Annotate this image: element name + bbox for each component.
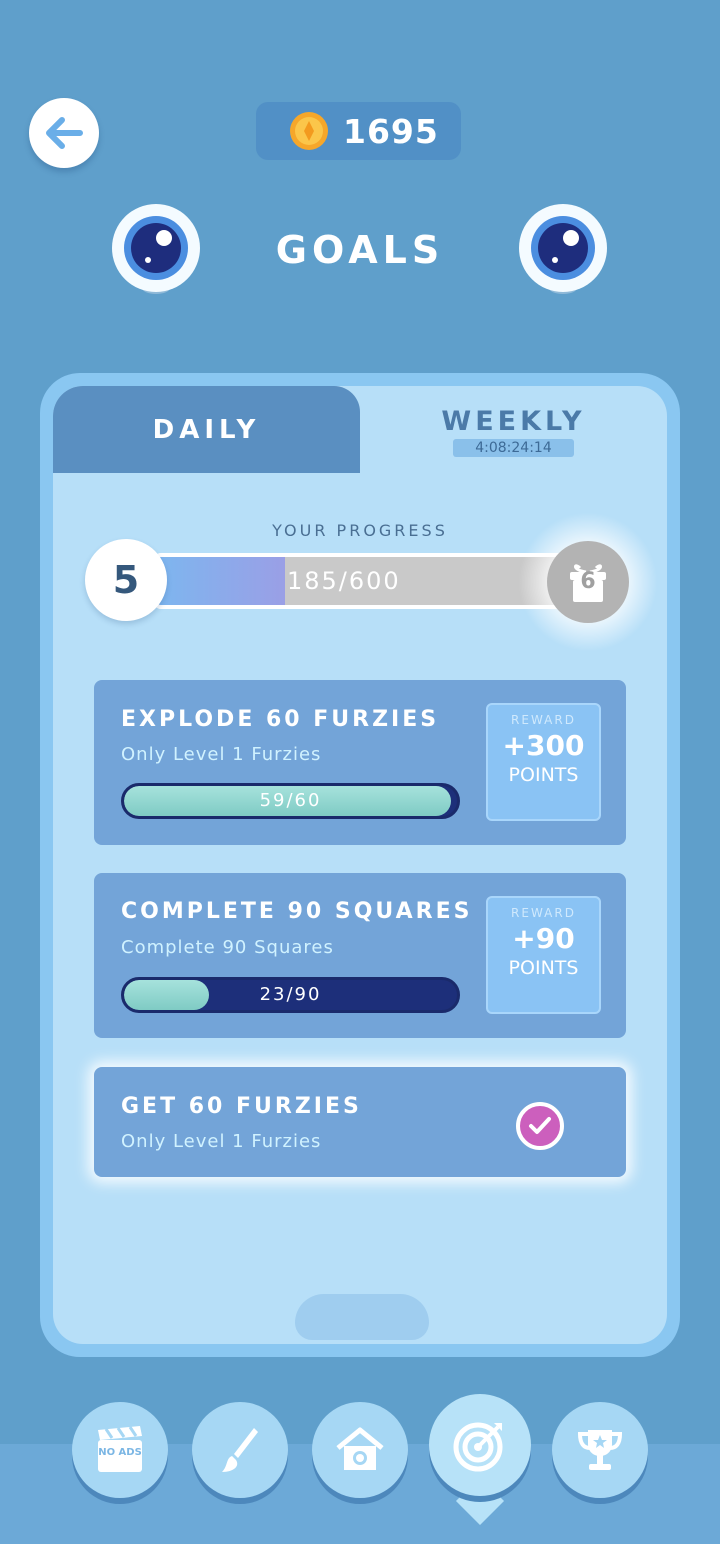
back-button[interactable] <box>29 98 99 168</box>
goal-card-completed[interactable]: GET 60 FURZIES Only Level 1 Furzies <box>94 1067 626 1177</box>
reward-value: +300 <box>502 729 585 762</box>
goal-progress-text: 59/60 <box>259 790 322 811</box>
tab-daily-label: DAILY <box>152 414 261 445</box>
page-title: GOALS <box>275 228 445 272</box>
level-progress-fill <box>157 557 286 605</box>
eye-icon <box>112 204 200 294</box>
nav-leaderboard[interactable] <box>552 1402 648 1498</box>
arrow-left-icon <box>46 117 83 149</box>
panel-handle <box>295 1294 429 1340</box>
reward-label: REWARD <box>511 713 576 727</box>
no-ads-icon: NO ADS <box>98 1426 142 1472</box>
nav-no-ads[interactable]: NO ADS <box>72 1402 168 1498</box>
home-icon <box>336 1427 384 1470</box>
goals-panel-inner: DAILY WEEKLY 4:08:24:14 YOUR PROGRESS 5 … <box>53 386 667 1344</box>
checkmark-icon <box>516 1102 564 1150</box>
next-level: 6 <box>580 569 596 594</box>
next-level-gift[interactable]: 6 <box>547 541 629 623</box>
coin-count: 1695 <box>343 111 439 151</box>
level-progress-bar: 185/600 <box>153 553 577 609</box>
tab-daily[interactable]: DAILY <box>53 386 360 473</box>
no-ads-label: NO ADS <box>98 1447 142 1458</box>
goal-subtitle: Only Level 1 Furzies <box>121 744 322 765</box>
goal-progress-text: 23/90 <box>259 984 322 1005</box>
goal-title: GET 60 FURZIES <box>121 1094 362 1119</box>
goal-subtitle: Complete 90 Squares <box>121 937 334 958</box>
coin-balance: 1695 <box>256 102 461 160</box>
reward-box: REWARD +300 POINTS <box>486 703 601 821</box>
nav-home[interactable] <box>312 1402 408 1498</box>
level-progress-text: 185/600 <box>287 567 401 595</box>
reward-label: REWARD <box>511 906 576 920</box>
paintbrush-icon <box>222 1428 258 1472</box>
reward-value: +90 <box>512 922 575 955</box>
trophy-icon <box>577 1430 623 1470</box>
tab-weekly-label: WEEKLY <box>441 406 586 437</box>
nav-goals[interactable] <box>429 1394 531 1496</box>
reward-unit: POINTS <box>508 957 579 979</box>
goal-card: COMPLETE 90 SQUARES Complete 90 Squares … <box>94 873 626 1038</box>
weekly-timer: 4:08:24:14 <box>453 439 574 457</box>
current-level-badge: 5 <box>85 539 167 621</box>
gold-coin-icon <box>290 112 328 150</box>
goal-progress-bar: 59/60 <box>121 783 460 819</box>
tab-weekly[interactable]: WEEKLY 4:08:24:14 <box>360 386 667 473</box>
goal-subtitle: Only Level 1 Furzies <box>121 1131 322 1152</box>
goal-card: EXPLODE 60 FURZIES Only Level 1 Furzies … <box>94 680 626 845</box>
reward-box: REWARD +90 POINTS <box>486 896 601 1014</box>
current-level: 5 <box>112 558 140 602</box>
goals-panel: DAILY WEEKLY 4:08:24:14 YOUR PROGRESS 5 … <box>40 373 680 1357</box>
goal-title: EXPLODE 60 FURZIES <box>121 707 440 732</box>
nav-customize[interactable] <box>192 1402 288 1498</box>
goal-title: COMPLETE 90 SQUARES <box>121 899 473 924</box>
goal-progress-bar: 23/90 <box>121 977 460 1013</box>
eye-icon <box>519 204 607 294</box>
reward-unit: POINTS <box>508 764 579 786</box>
target-icon <box>453 1422 503 1472</box>
